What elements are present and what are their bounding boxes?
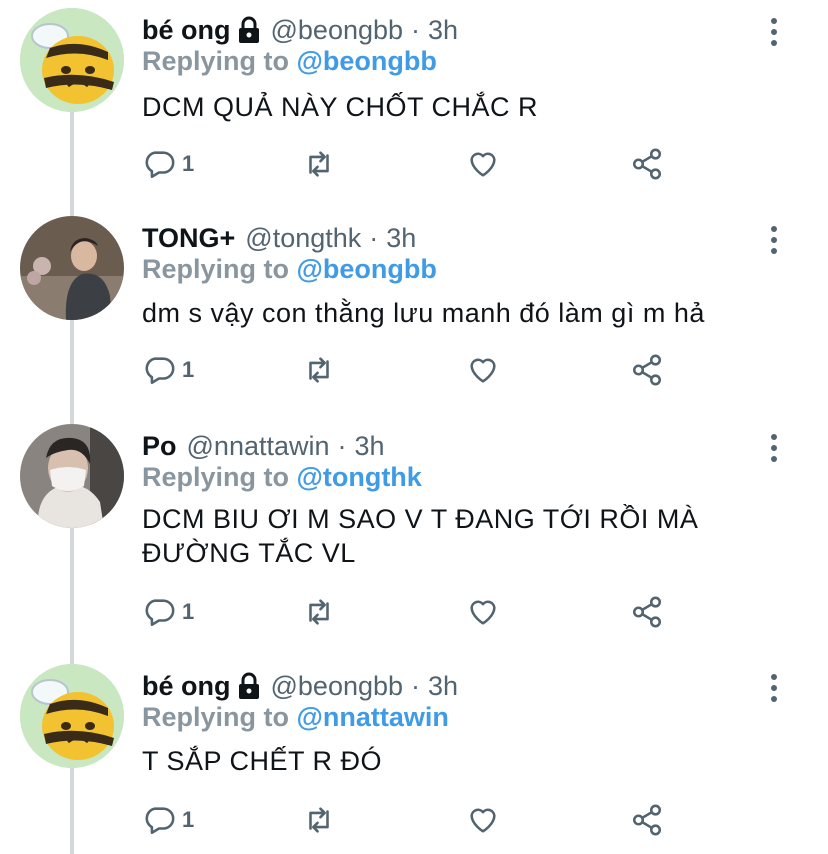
reply-count: 1 [182, 151, 195, 176]
separator-dot: · [369, 222, 379, 253]
reply-button[interactable]: 1 [142, 350, 194, 390]
more-icon[interactable] [760, 224, 788, 256]
tweet-text-line: dm s vậy con thằng lưu manh đó làm gì m … [142, 298, 705, 328]
tweet-text: dm s vậy con thằng lưu manh đó làm gì m … [142, 296, 705, 330]
more-icon[interactable] [760, 16, 788, 48]
display-name[interactable]: Po [142, 431, 177, 462]
comment-icon [145, 807, 175, 835]
separator-dot: · [411, 670, 421, 701]
retweet-button[interactable] [302, 144, 336, 184]
retweet-icon [309, 599, 329, 625]
retweet-icon [309, 807, 329, 833]
lock-icon [237, 16, 261, 44]
share-icon [632, 596, 662, 628]
share-icon [632, 804, 662, 836]
more-icon[interactable] [760, 432, 788, 464]
replying-to-link[interactable]: @beongbb [297, 254, 437, 284]
tweet-text-line: T SẮP CHẾT R ĐÓ [142, 746, 383, 776]
heart-icon [470, 600, 496, 625]
reply-button[interactable]: 1 [142, 592, 194, 632]
reply-count: 1 [182, 807, 195, 832]
replying-to: Replying to @beongbb [142, 254, 437, 285]
share-button[interactable] [630, 350, 664, 390]
retweet-icon [309, 151, 329, 177]
like-button[interactable] [466, 800, 500, 840]
tweet-text: DCM QUẢ NÀY CHỐT CHẮC R [142, 90, 538, 124]
replying-to-label: Replying to [142, 462, 289, 492]
photo-avatar-icon [20, 216, 124, 320]
timestamp[interactable]: 3h [355, 431, 385, 462]
avatar[interactable] [20, 216, 124, 320]
replying-to: Replying to @beongbb [142, 46, 437, 77]
action-bar: 1 [142, 800, 702, 840]
reply-button[interactable]: 1 [142, 144, 194, 184]
timestamp[interactable]: 3h [428, 671, 458, 702]
replying-to-link[interactable]: @tongthk [297, 462, 422, 492]
retweet-icon [309, 357, 329, 383]
separator-dot: · [411, 14, 421, 45]
heart-icon [470, 358, 496, 383]
tweet-text-line: DCM QUẢ NÀY CHỐT CHẮC R [142, 92, 539, 122]
more-icon[interactable] [760, 672, 788, 704]
share-icon [632, 148, 662, 180]
user-handle[interactable]: @nnattawin [187, 431, 330, 462]
reply-button[interactable]: 1 [142, 800, 194, 840]
replying-to-label: Replying to [142, 254, 289, 284]
reply-count: 1 [182, 357, 195, 382]
reply-count: 1 [182, 599, 195, 624]
action-bar: 1 [142, 592, 702, 632]
user-handle[interactable]: @tongthk [245, 223, 361, 254]
share-button[interactable] [630, 144, 664, 184]
tweet-text: T SẮP CHẾT R ĐÓ [142, 744, 382, 778]
tweet-text-line: ĐƯỜNG TẮC VL [142, 538, 356, 568]
replying-to: Replying to @nnattawin [142, 702, 449, 733]
masked-person-avatar-icon [20, 424, 124, 528]
action-bar: 1 [142, 144, 702, 184]
heart-icon [470, 808, 496, 833]
heart-icon [470, 152, 496, 177]
tweet-text-line: DCM BIU ƠI M SAO V T ĐANG TỚI RỒI MÀ [142, 504, 699, 534]
timestamp[interactable]: 3h [386, 223, 416, 254]
share-icon [632, 354, 662, 386]
replying-to: Replying to @tongthk [142, 462, 422, 493]
comment-icon [145, 151, 175, 179]
replying-to-label: Replying to [142, 46, 289, 76]
replying-to-label: Replying to [142, 702, 289, 732]
display-name[interactable]: bé ong [142, 671, 231, 702]
tweet-text: DCM BIU ƠI M SAO V T ĐANG TỚI RỒI MÀ ĐƯỜ… [142, 502, 698, 570]
avatar[interactable] [20, 424, 124, 528]
action-bar: 1 [142, 350, 702, 390]
share-button[interactable] [630, 592, 664, 632]
retweet-button[interactable] [302, 800, 336, 840]
bee-avatar-icon [20, 664, 124, 768]
display-name[interactable]: TONG+ [142, 223, 235, 254]
like-button[interactable] [466, 592, 500, 632]
display-name[interactable]: bé ong [142, 15, 231, 46]
like-button[interactable] [466, 144, 500, 184]
timestamp[interactable]: 3h [428, 15, 458, 46]
avatar[interactable] [20, 664, 124, 768]
retweet-button[interactable] [302, 350, 336, 390]
user-handle[interactable]: @beongbb [271, 671, 404, 702]
avatar[interactable] [20, 8, 124, 112]
comment-icon [145, 357, 175, 385]
lock-icon [237, 672, 261, 700]
replying-to-link[interactable]: @nnattawin [297, 702, 449, 732]
user-handle[interactable]: @beongbb [271, 15, 404, 46]
comment-icon [145, 599, 175, 627]
share-button[interactable] [630, 800, 664, 840]
like-button[interactable] [466, 350, 500, 390]
bee-avatar-icon [20, 8, 124, 112]
separator-dot: · [337, 430, 347, 461]
replying-to-link[interactable]: @beongbb [297, 46, 437, 76]
retweet-button[interactable] [302, 592, 336, 632]
